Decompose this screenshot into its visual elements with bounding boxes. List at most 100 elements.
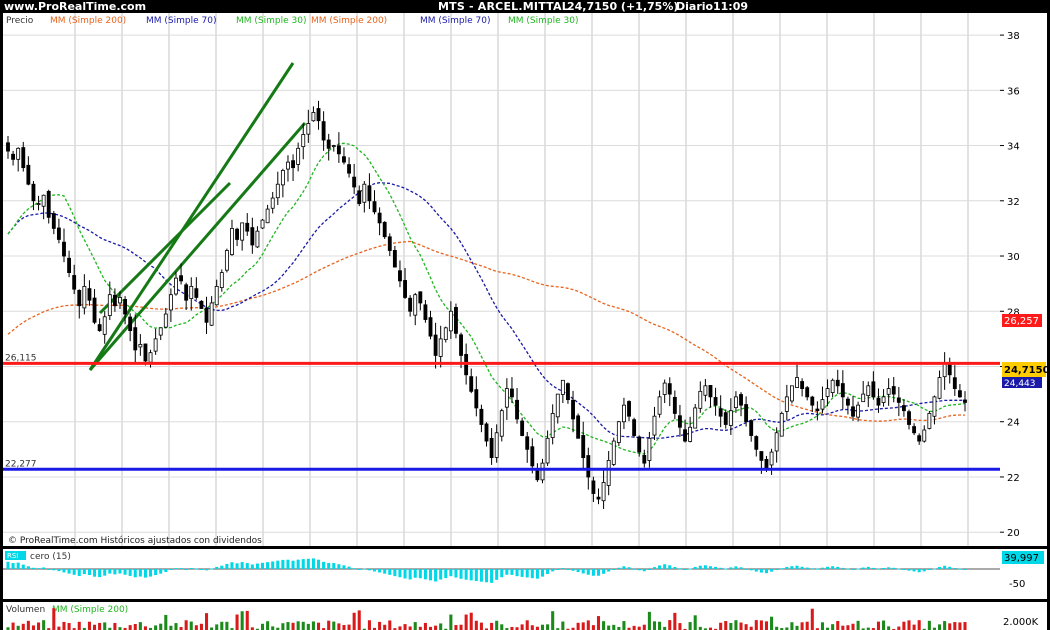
oscillator-bar — [378, 569, 382, 573]
candle-body — [51, 213, 56, 229]
candle-body — [97, 324, 102, 331]
volume-bar — [378, 621, 382, 630]
volume-bar — [581, 622, 585, 630]
ma70-tag-text: 24,443 — [1004, 379, 1036, 389]
candle-body — [245, 222, 250, 232]
volume-bar — [311, 621, 315, 630]
oscillator-bar — [67, 569, 71, 574]
candle-body — [433, 334, 438, 356]
candle-body — [657, 396, 662, 415]
oscillator-bar — [576, 569, 580, 573]
candle-body — [637, 436, 642, 453]
candle-body — [830, 379, 835, 394]
oscillator-bar — [62, 569, 66, 573]
oscillator-bar — [500, 569, 504, 578]
volume-bar — [332, 621, 336, 630]
volume-bar — [98, 622, 102, 630]
oscillator-bar — [164, 569, 168, 572]
legend-ma70-b: MM (Simple 70) — [420, 16, 490, 26]
candle-body — [627, 401, 631, 417]
volume-bar — [744, 624, 748, 630]
oscillator-bar — [362, 568, 366, 570]
chart-header-bar: www.ProRealTime.com MTS - ARCEL.MITTAL 2… — [0, 0, 1050, 13]
oscillator-bar — [255, 563, 259, 569]
candle-body — [296, 147, 301, 165]
candle-body — [769, 451, 774, 466]
oscillator-bar — [642, 569, 646, 572]
oscillator-bar — [708, 566, 713, 569]
candle-body — [784, 396, 789, 412]
candle-body — [143, 343, 148, 362]
oscillator-bar — [663, 564, 667, 569]
legend-ma200-b: MM (Simple 200) — [311, 16, 387, 26]
oscillator-bar — [393, 569, 397, 577]
volume-bar — [963, 622, 967, 630]
oscillator-bar — [876, 568, 880, 570]
candle-body — [810, 396, 815, 406]
oscillator-bar — [805, 567, 809, 569]
oscillator-bar — [530, 569, 534, 579]
volume-bar — [846, 625, 850, 630]
y-tick-label: 22 — [1007, 473, 1020, 484]
oscillator-bar — [749, 569, 753, 571]
volume-bar — [143, 626, 147, 630]
oscillator-bar — [520, 569, 524, 577]
oscillator-bar — [546, 569, 550, 574]
candle-body — [138, 343, 143, 348]
candle-body — [11, 153, 16, 160]
candle-body — [779, 413, 784, 437]
oscillator-bar — [464, 569, 468, 580]
candle-body — [922, 429, 927, 442]
volume-bar — [62, 621, 66, 630]
candle-body — [92, 297, 97, 323]
volume-bar — [357, 610, 361, 630]
volume-bar — [413, 622, 417, 630]
oscillator-bar — [250, 564, 254, 569]
candle-body — [622, 404, 626, 423]
volume-bar — [759, 620, 763, 630]
candle-body — [530, 446, 535, 467]
candle-body — [678, 415, 682, 428]
candle-body — [316, 108, 321, 122]
oscillator-bar — [637, 569, 641, 571]
candle-body — [825, 388, 830, 397]
oscillator-bar — [388, 569, 392, 575]
volume-bar — [286, 622, 290, 630]
oscillator-bar — [770, 569, 774, 572]
oscillator-bar — [790, 566, 794, 569]
candle-body — [861, 393, 866, 403]
oscillator-bar — [693, 566, 697, 569]
volume-bar — [668, 620, 672, 630]
oscillator-bar — [510, 569, 514, 575]
volume-bar — [790, 622, 794, 630]
candle-body — [367, 185, 372, 202]
oscillator-bar — [449, 569, 453, 577]
oscillator-bar — [11, 563, 15, 569]
candle-body — [428, 317, 433, 337]
volume-bar — [770, 616, 774, 630]
volume-bar — [673, 612, 677, 630]
oscillator-bar — [423, 569, 427, 580]
price-chart[interactable]: Precio MM (Simple 200) MM (Simple 70) MM… — [0, 13, 1050, 630]
y-tick-label: 30 — [1007, 252, 1020, 263]
oscillator-bar — [714, 566, 718, 569]
candle-body — [515, 399, 519, 420]
volume-bar — [449, 614, 453, 630]
candle-body — [688, 426, 693, 442]
candle-body — [133, 327, 138, 351]
oscillator-bar — [764, 569, 769, 574]
oscillator-bar — [316, 559, 321, 569]
candle-body — [886, 388, 891, 395]
oscillator-bar — [826, 566, 830, 569]
volume-bar — [52, 608, 56, 630]
oscillator-bar — [785, 566, 789, 569]
oscillator-bar — [754, 569, 758, 572]
oscillator-bar — [668, 565, 672, 569]
volume-bar — [215, 624, 219, 630]
candle-body — [21, 147, 26, 169]
oscillator-bar — [16, 562, 20, 569]
volume-bar — [16, 625, 20, 630]
volume-bar — [938, 624, 942, 630]
volume-bar — [591, 625, 595, 630]
oscillator-bar — [820, 567, 824, 569]
